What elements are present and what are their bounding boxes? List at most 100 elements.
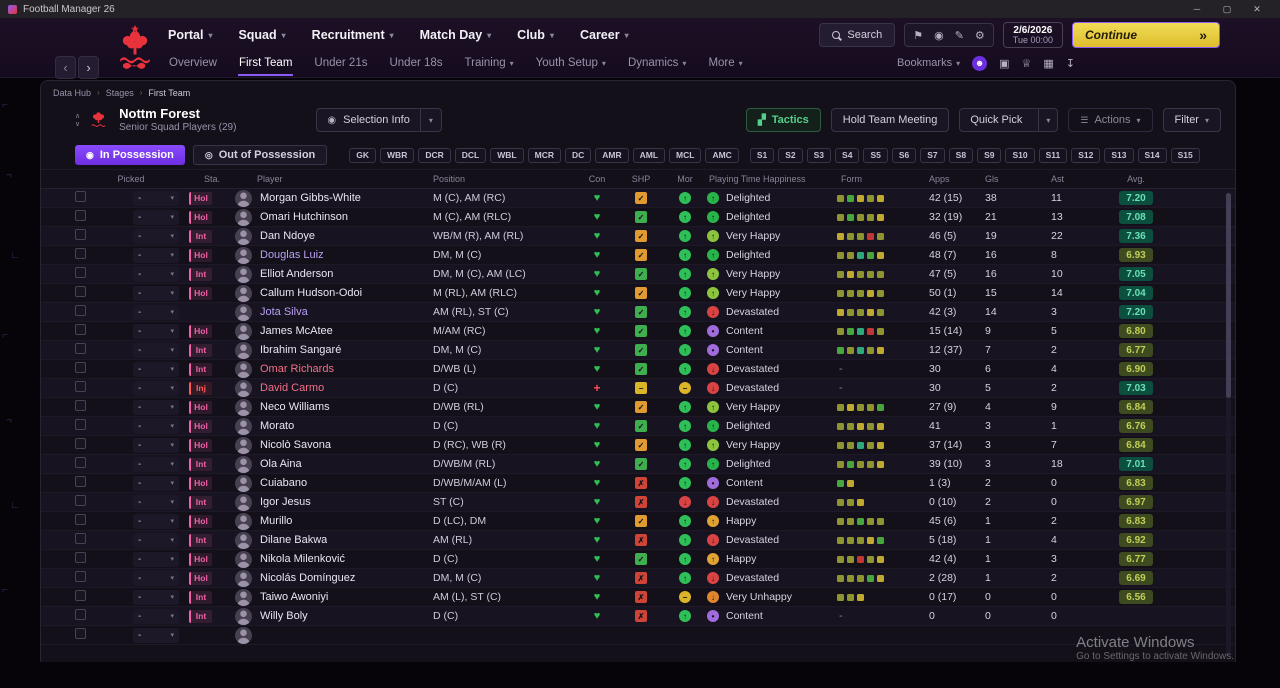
row-checkbox[interactable] — [75, 343, 86, 354]
player-name[interactable]: Nicolás Domínguez — [260, 572, 355, 584]
position-chip-wbr[interactable]: WBR — [380, 147, 415, 163]
row-checkbox[interactable] — [75, 267, 86, 278]
row-checkbox[interactable] — [75, 305, 86, 316]
tactics-button[interactable]: ▞ Tactics — [746, 108, 821, 132]
picked-dropdown[interactable]: - ▾ — [133, 190, 179, 206]
position-chip-dcr[interactable]: DCR — [418, 147, 451, 163]
picked-dropdown[interactable]: - ▾ — [133, 418, 179, 434]
position-chip-dc[interactable]: DC — [564, 147, 592, 163]
row-checkbox[interactable] — [75, 495, 86, 506]
picked-dropdown[interactable]: - ▾ — [133, 437, 179, 453]
player-name[interactable]: Elliot Anderson — [260, 268, 333, 280]
cell-player[interactable]: Taiwo Awoniyi — [235, 588, 433, 606]
player-row[interactable]: - ▾ Int Dan Ndoye WB/M (R), AM (RL) ♥ ✓ ↑ ↑ Very … — [41, 227, 1235, 246]
row-checkbox[interactable] — [75, 609, 86, 620]
breadcrumb-item[interactable]: First Team — [148, 88, 190, 98]
player-name[interactable]: Douglas Luiz — [260, 249, 324, 261]
row-checkbox[interactable] — [75, 438, 86, 449]
player-row[interactable]: - ▾ Int Ola Aina D/WB/M (RL) ♥ ✓ ↑ ↑ Delighted 39 … — [41, 455, 1235, 474]
position-chip-s11[interactable]: S11 — [1038, 147, 1068, 163]
search-button[interactable]: Search — [819, 23, 896, 47]
tab-dynamics[interactable]: Dynamics ▾ — [627, 50, 688, 76]
player-row[interactable]: - ▾ Hol Cuiabano D/WB/M/AM (L) ♥ ✗ ↑ • Content 1 (… — [41, 474, 1235, 493]
row-checkbox[interactable] — [75, 552, 86, 563]
row-checkbox[interactable] — [75, 514, 86, 525]
picked-dropdown[interactable]: - ▾ — [133, 456, 179, 472]
player-name[interactable]: Murillo — [260, 515, 292, 527]
column-header-con[interactable]: Con — [575, 174, 619, 184]
position-chip-s2[interactable]: S2 — [778, 147, 803, 163]
picked-dropdown[interactable]: - ▾ — [133, 589, 179, 605]
row-checkbox[interactable] — [75, 324, 86, 335]
position-chip-s9[interactable]: S9 — [977, 147, 1002, 163]
cell-player[interactable]: Callum Hudson-Odoi — [235, 284, 433, 302]
player-name[interactable]: David Carmo — [260, 382, 324, 394]
player-row[interactable]: - ▾ Int Dilane Bakwa AM (RL) ♥ ✗ ↑ ↓ Devastated 5 … — [41, 531, 1235, 550]
row-checkbox[interactable] — [75, 571, 86, 582]
player-name[interactable]: Callum Hudson-Odoi — [260, 287, 362, 299]
player-name[interactable]: Dilane Bakwa — [260, 534, 327, 546]
menu-portal[interactable]: Portal ▾ — [168, 28, 212, 42]
picked-dropdown[interactable]: - ▾ — [133, 627, 179, 643]
back-button[interactable]: ‹ — [55, 56, 76, 79]
cell-player[interactable] — [235, 626, 433, 644]
column-header-avg[interactable]: Avg. — [1107, 174, 1165, 184]
cell-player[interactable]: Omari Hutchinson — [235, 208, 433, 226]
cell-player[interactable]: Elliot Anderson — [235, 265, 433, 283]
cell-player[interactable]: Nicolás Domínguez — [235, 569, 433, 587]
hold-team-meeting-button[interactable]: Hold Team Meeting — [830, 108, 950, 132]
player-row[interactable]: - ▾ Hol Callum Hudson-Odoi M (RL), AM (RLC) ♥… — [41, 284, 1235, 303]
awards-icon[interactable]: ♕ — [1022, 57, 1032, 70]
row-checkbox[interactable] — [75, 457, 86, 468]
column-header-form[interactable]: Form — [837, 174, 923, 184]
position-chip-wbl[interactable]: WBL — [490, 147, 524, 163]
assistant-icon[interactable]: ☻ — [972, 55, 988, 71]
player-row[interactable]: - ▾ Hol Omari Hutchinson M (C), AM (RLC) ♥ ✓ ↑ ↑… — [41, 208, 1235, 227]
player-row[interactable]: - ▾ Hol Murillo D (LC), DM ♥ ✓ ↑ ↑ Happy 45 (6) 1 2 6… — [41, 512, 1235, 531]
bookmarks-button[interactable]: Bookmarks ▾ — [897, 57, 960, 69]
picked-dropdown[interactable]: - ▾ — [133, 342, 179, 358]
player-name[interactable]: Ola Aina — [260, 458, 302, 470]
position-chip-amr[interactable]: AMR — [595, 147, 629, 163]
menu-match-day[interactable]: Match Day ▾ — [420, 28, 492, 42]
breadcrumb-item[interactable]: Stages — [106, 88, 134, 98]
row-checkbox[interactable] — [75, 533, 86, 544]
player-name[interactable]: James McAtee — [260, 325, 333, 337]
continue-button[interactable]: Continue » — [1072, 22, 1220, 48]
position-chip-aml[interactable]: AML — [632, 147, 666, 163]
cell-player[interactable]: Igor Jesus — [235, 493, 433, 511]
column-header-picked[interactable]: Picked — [73, 174, 189, 184]
cell-player[interactable]: Nikola Milenković — [235, 550, 433, 568]
player-name[interactable]: Nicolò Savona — [260, 439, 331, 451]
player-name[interactable]: Omar Richards — [260, 363, 334, 375]
column-header-shp[interactable]: SHP — [619, 174, 663, 184]
position-chip-s1[interactable]: S1 — [749, 147, 775, 163]
picked-dropdown[interactable]: - ▾ — [133, 380, 179, 396]
cell-player[interactable]: Willy Boly — [235, 607, 433, 625]
player-row[interactable]: - ▾ Int Ibrahim Sangaré DM, M (C) ♥ ✓ ↑ • Content… — [41, 341, 1235, 360]
player-row[interactable]: - ▾ — [41, 626, 1235, 645]
player-name[interactable]: Nikola Milenković — [260, 553, 345, 565]
picked-dropdown[interactable]: - ▾ — [133, 323, 179, 339]
player-name[interactable]: Omari Hutchinson — [260, 211, 348, 223]
cell-player[interactable]: David Carmo — [235, 379, 433, 397]
picked-dropdown[interactable]: - ▾ — [133, 361, 179, 377]
cell-player[interactable]: James McAtee — [235, 322, 433, 340]
picked-dropdown[interactable]: - ▾ — [133, 513, 179, 529]
position-chip-gk[interactable]: GK — [349, 147, 377, 163]
picked-dropdown[interactable]: - ▾ — [133, 209, 179, 225]
player-name[interactable]: Cuiabano — [260, 477, 307, 489]
position-chip-s6[interactable]: S6 — [891, 147, 917, 163]
row-checkbox[interactable] — [75, 362, 86, 373]
menu-recruitment[interactable]: Recruitment ▾ — [312, 28, 394, 42]
cell-player[interactable]: Ibrahim Sangaré — [235, 341, 433, 359]
tab-more[interactable]: More ▾ — [707, 50, 743, 76]
tab-first-team[interactable]: First Team — [238, 50, 293, 76]
player-row[interactable]: - ▾ Hol Morgan Gibbs-White M (C), AM (RC) ♥ ✓ ↑… — [41, 189, 1235, 208]
picked-dropdown[interactable]: - ▾ — [133, 285, 179, 301]
cell-player[interactable]: Omar Richards — [235, 360, 433, 378]
breadcrumb-item[interactable]: Data Hub — [53, 88, 91, 98]
row-checkbox[interactable] — [75, 381, 86, 392]
cell-player[interactable]: Nicolò Savona — [235, 436, 433, 454]
position-chip-s4[interactable]: S4 — [835, 147, 860, 163]
